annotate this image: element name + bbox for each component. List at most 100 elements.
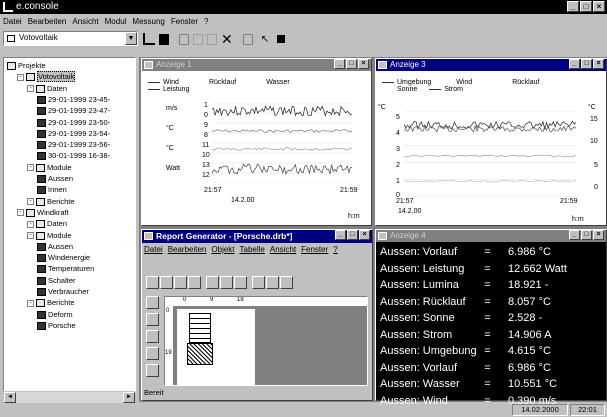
tree-item[interactable]: - Berichte bbox=[27, 297, 75, 308]
tree-toggle-icon[interactable]: - bbox=[27, 232, 34, 240]
line-tool-icon[interactable] bbox=[146, 330, 159, 343]
tree-item[interactable]: 29-01-1999 23-50- bbox=[37, 117, 110, 128]
tree-item[interactable]: Deform bbox=[37, 309, 73, 320]
report-menu-item-5[interactable]: Fenster bbox=[301, 245, 328, 254]
anzeige4-window[interactable]: Anzeige 4 _ □ × Aussen: Vorlauf = 6.986 °C Au… bbox=[375, 229, 607, 407]
tree-item[interactable]: Aussen bbox=[37, 241, 73, 252]
tree-item[interactable]: Schalter bbox=[37, 275, 76, 286]
anzeige4-close[interactable]: × bbox=[593, 230, 604, 240]
scroll-left-icon[interactable]: ◄ bbox=[4, 392, 16, 403]
tree-item[interactable]: Porsche bbox=[37, 320, 76, 331]
report-canvas[interactable]: 0 9 18 0 19 bbox=[164, 296, 368, 386]
minimize-button[interactable]: _ bbox=[567, 1, 579, 12]
document-icon[interactable] bbox=[179, 33, 189, 45]
tree-item[interactable]: Temperaturen bbox=[37, 263, 94, 274]
table-tool-icon[interactable] bbox=[146, 347, 159, 360]
chevron-down-icon[interactable]: ▼ bbox=[125, 32, 137, 45]
anzeige4-maximize[interactable]: □ bbox=[581, 230, 592, 240]
diagonal-tool-icon[interactable] bbox=[146, 364, 159, 377]
tree-item[interactable]: - Daten bbox=[27, 218, 67, 229]
tree-toggle-icon[interactable]: - bbox=[27, 299, 34, 307]
anzeige1-maximize[interactable]: □ bbox=[346, 59, 357, 69]
tree-toggle-icon[interactable]: - bbox=[27, 85, 34, 93]
tree-item[interactable]: 29-01-1999 23-56- bbox=[37, 139, 110, 150]
copy-icon[interactable] bbox=[193, 33, 203, 45]
report-menu-item-2[interactable]: Objekt bbox=[211, 245, 234, 254]
report-generator-window[interactable]: Report Generator - [Porsche.drb*] _ □ × Da… bbox=[141, 229, 373, 401]
tree-item[interactable]: Windenergie bbox=[37, 252, 90, 263]
report-page[interactable] bbox=[177, 309, 255, 385]
tree-item[interactable]: Aussen bbox=[37, 173, 73, 184]
tree-item[interactable]: - Berichte bbox=[27, 196, 75, 207]
report-menu-item-3[interactable]: Tabelle bbox=[240, 245, 265, 254]
anzeige4-titlebar[interactable]: Anzeige 4 _ □ × bbox=[376, 230, 606, 242]
scroll-right-icon[interactable]: ► bbox=[123, 392, 135, 403]
anzeige1-titlebar[interactable]: Anzeige 1 _ □ × bbox=[142, 59, 371, 71]
report-titlebar[interactable]: Report Generator - [Porsche.drb*] _ □ × bbox=[142, 230, 372, 243]
project-tree[interactable]: Projekte - Votovoltaik - Daten 29-01-1999 23-… bbox=[3, 57, 136, 392]
wizard-icon[interactable] bbox=[143, 33, 155, 45]
menu-item-0[interactable]: Datei bbox=[3, 17, 22, 26]
menu-item-4[interactable]: Messung bbox=[132, 17, 164, 26]
pointer-icon[interactable] bbox=[252, 276, 265, 289]
tree-item[interactable]: 29-01-1999 23-45- bbox=[37, 94, 110, 105]
tree-item[interactable]: Innen bbox=[37, 184, 67, 195]
tree-item[interactable]: - Module bbox=[27, 230, 72, 241]
paste-icon[interactable] bbox=[207, 33, 217, 45]
report-chart-object[interactable] bbox=[187, 343, 213, 365]
delete-icon[interactable]: ✕ bbox=[221, 32, 233, 46]
properties-icon[interactable] bbox=[242, 33, 253, 45]
maximize-button[interactable]: □ bbox=[580, 1, 592, 12]
zoom-out-icon[interactable] bbox=[280, 276, 293, 289]
cut-icon[interactable] bbox=[206, 276, 219, 289]
tree-item[interactable]: 29-01-1999 23-54- bbox=[37, 128, 110, 139]
menu-item-6[interactable]: ? bbox=[204, 17, 208, 26]
print-icon[interactable] bbox=[188, 276, 201, 289]
anzeige3-window[interactable]: Anzeige 3 _ □ × Umgebung Wind Rücklauf Sonne… bbox=[375, 58, 607, 226]
tree-toggle-icon[interactable]: - bbox=[17, 209, 24, 217]
tree-item[interactable]: 30-01-1999 16-38- bbox=[37, 150, 110, 161]
tree-toggle-icon[interactable]: - bbox=[27, 198, 34, 206]
anzeige3-titlebar[interactable]: Anzeige 3 _ □ × bbox=[376, 59, 606, 71]
copy-icon[interactable] bbox=[220, 276, 233, 289]
anzeige3-maximize[interactable]: □ bbox=[581, 59, 592, 69]
tree-item[interactable]: Projekte bbox=[7, 60, 46, 71]
anzeige3-close[interactable]: × bbox=[593, 59, 604, 69]
tree-toggle-icon[interactable]: - bbox=[17, 73, 24, 81]
save-icon[interactable] bbox=[159, 33, 169, 45]
report-menu-item-1[interactable]: Bearbeiten bbox=[168, 245, 207, 254]
menu-item-3[interactable]: Modul bbox=[105, 17, 127, 26]
paste-icon[interactable] bbox=[234, 276, 247, 289]
save-icon[interactable] bbox=[174, 276, 187, 289]
anzeige1-close[interactable]: × bbox=[358, 59, 369, 69]
tree-item[interactable]: - Daten bbox=[27, 83, 67, 94]
tree-item[interactable]: Verbraucher bbox=[37, 286, 89, 297]
zoom-in-icon[interactable] bbox=[266, 276, 279, 289]
menu-item-1[interactable]: Bearbeiten bbox=[28, 17, 67, 26]
cursor-icon[interactable]: ↖ bbox=[261, 34, 269, 45]
report-menu-item-0[interactable]: Datei bbox=[144, 245, 163, 254]
anzeige3-minimize[interactable]: _ bbox=[569, 59, 580, 69]
report-menu-item-6[interactable]: ? bbox=[333, 245, 337, 254]
report-maximize[interactable]: □ bbox=[347, 230, 358, 240]
tree-toggle-icon[interactable]: - bbox=[27, 220, 34, 228]
menu-item-2[interactable]: Ansicht bbox=[72, 17, 98, 26]
close-button[interactable]: × bbox=[593, 1, 605, 12]
tree-item[interactable]: - Windkraft bbox=[17, 207, 69, 218]
open-icon[interactable] bbox=[160, 276, 173, 289]
tree-item[interactable]: 29-01-1999 23-47- bbox=[37, 105, 110, 116]
tree-toggle-icon[interactable]: - bbox=[27, 164, 34, 172]
report-table-object[interactable] bbox=[189, 313, 211, 343]
report-menu-item-4[interactable]: Ansicht bbox=[270, 245, 296, 254]
text-tool-icon[interactable] bbox=[146, 296, 159, 309]
tree-hscrollbar[interactable]: ◄ ► bbox=[4, 391, 135, 403]
tree-item[interactable]: - Votovoltaik bbox=[17, 71, 76, 83]
new-icon[interactable] bbox=[146, 276, 159, 289]
field-tool-icon[interactable] bbox=[146, 313, 159, 326]
report-minimize[interactable]: _ bbox=[335, 230, 346, 240]
anzeige1-window[interactable]: Anzeige 1 _ □ × Wind Rücklauf Wasser Leistun… bbox=[141, 58, 372, 226]
stop-icon[interactable] bbox=[277, 35, 286, 43]
project-select[interactable]: Votovoltaik ▼ bbox=[3, 31, 138, 46]
anzeige4-minimize[interactable]: _ bbox=[569, 230, 580, 240]
tree-item[interactable]: - Module bbox=[27, 162, 72, 173]
